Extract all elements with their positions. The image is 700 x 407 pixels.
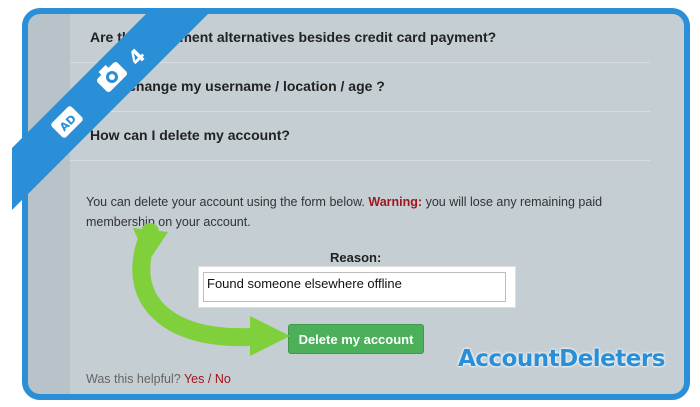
brand-watermark: AccountDeleters — [458, 346, 665, 372]
